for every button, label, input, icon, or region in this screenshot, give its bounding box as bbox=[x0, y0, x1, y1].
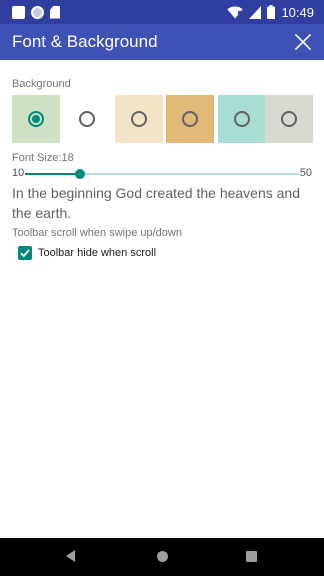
toolbar-scroll-label: Toolbar scroll when swipe up/down bbox=[12, 227, 182, 239]
background-swatch-row bbox=[12, 95, 313, 143]
dialog-title: Font & Background bbox=[12, 32, 158, 51]
status-left-icons bbox=[12, 4, 60, 20]
swatch-radio bbox=[131, 111, 147, 127]
sd-card-icon bbox=[50, 5, 60, 19]
slider-max-label: 50 bbox=[299, 167, 312, 179]
status-right-icons: 10:49 bbox=[227, 3, 314, 21]
close-button[interactable] bbox=[290, 29, 316, 55]
dialog-app-bar: Font & Background bbox=[0, 24, 324, 60]
slider-min-label: 10 bbox=[12, 167, 25, 179]
notification-circle-icon bbox=[31, 5, 44, 19]
background-swatch-teal[interactable] bbox=[218, 95, 266, 143]
status-bar: 10:49 bbox=[0, 0, 324, 24]
font-size-slider: 10 50 bbox=[12, 166, 312, 182]
slider-thumb[interactable] bbox=[74, 169, 85, 179]
close-icon bbox=[294, 33, 312, 51]
swatch-radio bbox=[281, 111, 297, 127]
checkbox-label: Toolbar hide when scroll bbox=[38, 247, 157, 259]
swatch-radio bbox=[234, 111, 250, 127]
toolbar-hide-checkbox[interactable]: Toolbar hide when scroll bbox=[18, 245, 156, 261]
font-size-label: Font Size:18 bbox=[12, 152, 74, 164]
swatch-radio bbox=[28, 111, 44, 127]
check-icon bbox=[20, 249, 30, 258]
checkbox-box[interactable] bbox=[18, 246, 32, 260]
notification-square-icon bbox=[12, 5, 25, 19]
back-icon[interactable] bbox=[66, 550, 75, 562]
recent-apps-icon[interactable] bbox=[246, 551, 257, 562]
swatch-radio bbox=[79, 111, 95, 127]
sample-text: In the beginning God created the heavens… bbox=[12, 185, 300, 221]
background-swatch-tan[interactable] bbox=[166, 95, 214, 143]
battery-icon bbox=[267, 5, 276, 19]
background-swatch-gray[interactable] bbox=[265, 95, 313, 143]
slider-fill bbox=[25, 173, 80, 175]
wifi-icon bbox=[227, 6, 244, 18]
background-swatch-green[interactable] bbox=[12, 95, 60, 143]
slider-track[interactable] bbox=[25, 169, 299, 179]
system-nav-bar bbox=[0, 538, 324, 576]
cell-signal-icon bbox=[249, 5, 262, 19]
status-time: 10:49 bbox=[281, 4, 314, 20]
home-icon[interactable] bbox=[157, 551, 168, 562]
swatch-radio bbox=[182, 111, 198, 127]
background-label: Background bbox=[12, 78, 71, 90]
background-swatch-cream[interactable] bbox=[115, 95, 163, 143]
background-swatch-white[interactable] bbox=[63, 95, 111, 143]
